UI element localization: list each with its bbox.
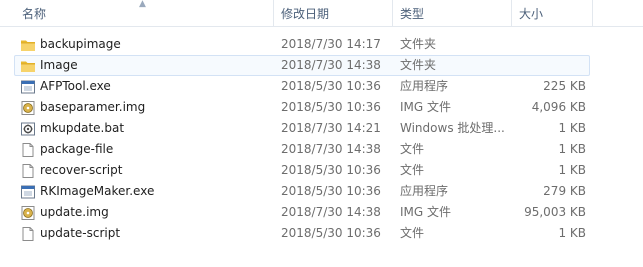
file-date: 2018/7/30 14:21: [281, 121, 381, 135]
column-divider[interactable]: [273, 0, 274, 26]
file-type: 应用程序: [400, 79, 449, 93]
folder-icon: [21, 40, 35, 51]
file-size: 1 KB: [558, 226, 586, 240]
file-row[interactable]: AFPTool.exe 2018/5/30 10:36 应用程序 225 KB: [0, 76, 643, 97]
file-icon: [22, 143, 34, 157]
file-name: RKImageMaker.exe: [40, 184, 155, 198]
file-name: AFPTool.exe: [40, 79, 111, 93]
file-row[interactable]: package-file 2018/7/30 14:38 文件 1 KB: [0, 139, 643, 160]
file-type: 文件夹: [400, 37, 437, 51]
app-icon: [21, 80, 35, 94]
file-date: 2018/7/30 14:38: [281, 142, 381, 156]
file-name: backupimage: [40, 37, 121, 51]
file-date: 2018/5/30 10:36: [281, 226, 381, 240]
file-date: 2018/5/30 10:36: [281, 100, 381, 114]
app-icon: [21, 185, 35, 199]
column-divider[interactable]: [592, 0, 593, 26]
file-type: 文件夹: [400, 58, 437, 72]
file-name: recover-script: [40, 163, 123, 177]
column-divider[interactable]: [511, 0, 512, 26]
column-divider[interactable]: [392, 0, 393, 26]
file-name: update.img: [40, 205, 109, 219]
file-size: 1 KB: [558, 163, 586, 177]
file-row[interactable]: mkupdate.bat 2018/7/30 14:21 Windows 批处理…: [0, 118, 643, 139]
file-row[interactable]: Image 2018/7/30 14:38 文件夹: [0, 55, 643, 76]
file-date: 2018/7/30 14:38: [281, 205, 381, 219]
file-row[interactable]: update-script 2018/5/30 10:36 文件 1 KB: [0, 223, 643, 244]
file-size: 225 KB: [543, 79, 586, 93]
file-date: 2018/5/30 10:36: [281, 79, 381, 93]
file-type: IMG 文件: [400, 100, 452, 114]
column-header-size[interactable]: 大小: [519, 0, 543, 26]
file-size: 1 KB: [558, 121, 586, 135]
column-header-date[interactable]: 修改日期: [281, 0, 329, 26]
file-date: 2018/5/30 10:36: [281, 184, 381, 198]
file-name: baseparamer.img: [40, 100, 146, 114]
file-name: Image: [40, 58, 78, 72]
folder-icon: [21, 61, 35, 72]
sort-ascending-icon: ▲: [139, 0, 146, 9]
disc-image-icon: [21, 206, 35, 220]
column-header-name[interactable]: 名称: [22, 0, 46, 26]
file-row[interactable]: backupimage 2018/7/30 14:17 文件夹: [0, 34, 643, 55]
file-date: 2018/5/30 10:36: [281, 163, 381, 177]
file-size: 279 KB: [543, 184, 586, 198]
column-header-bar: 名称 ▲ 修改日期 类型 大小: [0, 0, 643, 27]
file-row[interactable]: baseparamer.img 2018/5/30 10:36 IMG 文件 4…: [0, 97, 643, 118]
file-date: 2018/7/30 14:17: [281, 37, 381, 51]
file-row[interactable]: update.img 2018/7/30 14:38 IMG 文件 95,003…: [0, 202, 643, 223]
file-type: 文件: [400, 163, 425, 177]
batch-file-icon: [21, 122, 35, 136]
file-name: package-file: [40, 142, 114, 156]
file-type: 文件: [400, 142, 425, 156]
file-icon: [22, 164, 34, 178]
disc-image-icon: [21, 101, 35, 115]
file-type: Windows 批处理...: [400, 121, 505, 135]
file-type: 应用程序: [400, 184, 449, 198]
file-type: IMG 文件: [400, 205, 452, 219]
file-size: 1 KB: [558, 142, 586, 156]
file-icon: [22, 227, 34, 241]
column-header-type[interactable]: 类型: [400, 0, 424, 26]
file-date: 2018/7/30 14:38: [281, 58, 381, 72]
file-size: 95,003 KB: [524, 205, 586, 219]
file-row[interactable]: recover-script 2018/5/30 10:36 文件 1 KB: [0, 160, 643, 181]
file-name: mkupdate.bat: [40, 121, 125, 135]
file-name: update-script: [40, 226, 121, 240]
file-type: 文件: [400, 226, 425, 240]
file-size: 4,096 KB: [531, 100, 586, 114]
file-row[interactable]: RKImageMaker.exe 2018/5/30 10:36 应用程序 27…: [0, 181, 643, 202]
